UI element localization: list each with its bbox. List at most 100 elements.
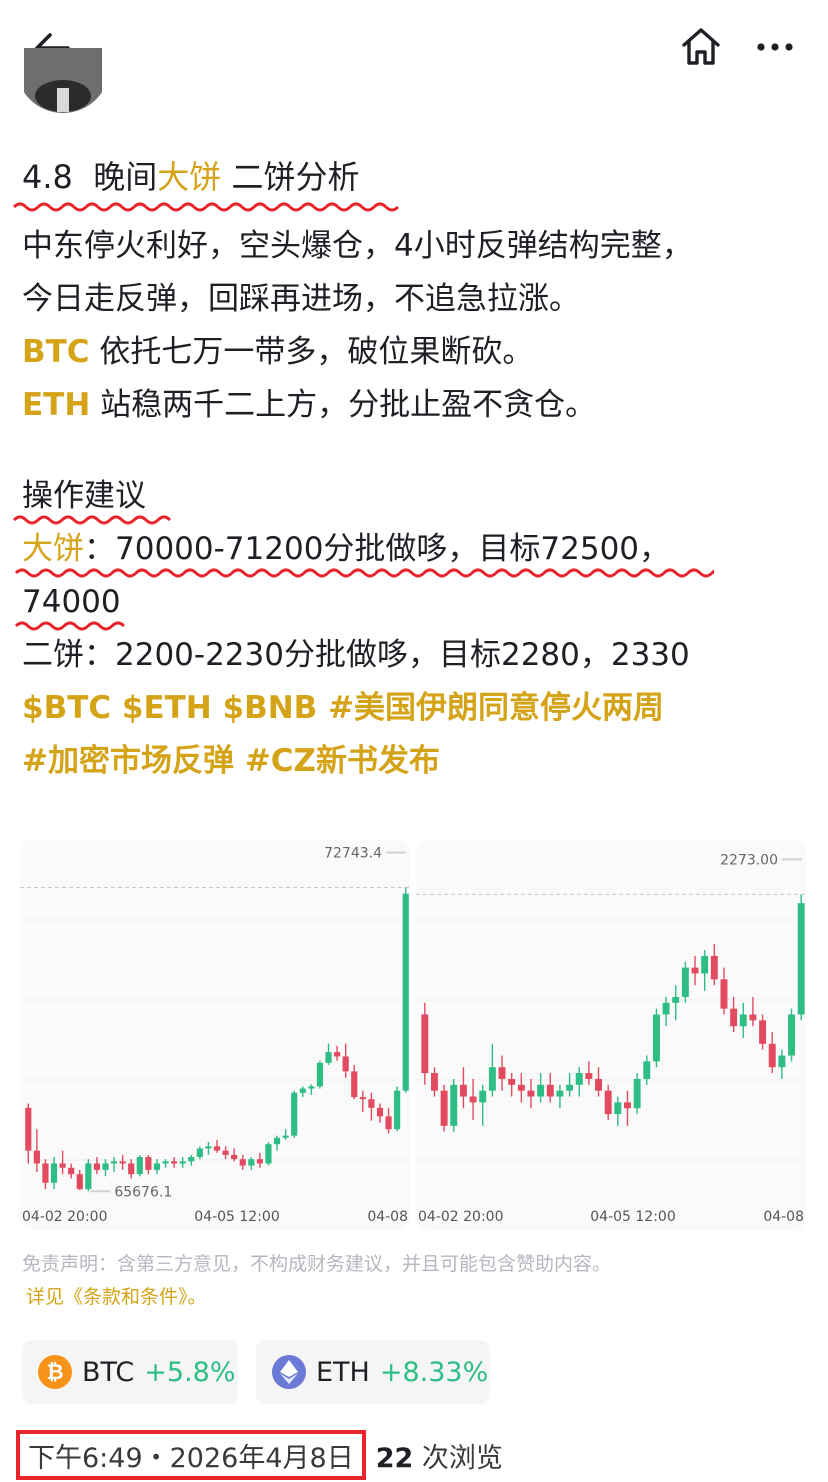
candle-body: [421, 1014, 429, 1074]
eth-chip[interactable]: ETH +8.33%: [256, 1340, 490, 1404]
body-line-1: 中东停火利好，空头爆仓，4小时反弹结构完整，: [22, 228, 693, 264]
candle-body: [662, 1002, 670, 1015]
chip-symbol: BTC: [82, 1356, 135, 1388]
candle-body: [431, 1073, 438, 1091]
candle-body: [153, 1163, 161, 1170]
chip-change: +5.8%: [144, 1356, 236, 1388]
candle-body: [128, 1163, 135, 1175]
candle-body: [342, 1056, 349, 1072]
x-tick-label: 04-05 12:00: [590, 1209, 675, 1225]
candle-body: [459, 1084, 467, 1097]
btc-label: BTC: [22, 334, 90, 370]
btc-chart-card[interactable]: 72743.4 65676.1 04-02 20:00 04-05 12:00 04-0…: [20, 840, 410, 1230]
candle-body: [566, 1084, 574, 1091]
candle-body: [537, 1084, 545, 1097]
candle-body: [239, 1159, 246, 1166]
candle-body: [749, 1014, 757, 1021]
x-tick-label: 04-02 20:00: [22, 1209, 107, 1225]
candle-body: [488, 1067, 496, 1091]
candle-body: [643, 1061, 651, 1079]
op1-line: 大饼：70000-71200分批做哆，目标72500，: [14, 523, 812, 578]
btc-chip[interactable]: ₿ BTC +5.8%: [22, 1340, 238, 1404]
candle-body: [205, 1146, 212, 1149]
op1-wrap-2: 74000: [14, 576, 126, 631]
candle-body: [720, 979, 728, 1009]
btc-line: BTC 依托七万一带多，破位果断砍。: [22, 326, 812, 379]
terms-link[interactable]: 详见《条款和条件》。: [26, 1282, 207, 1312]
candle-body: [256, 1159, 263, 1164]
bitcoin-icon: ₿: [38, 1355, 72, 1389]
candle-body: [145, 1157, 152, 1170]
title-suffix: 二饼分析: [221, 158, 360, 196]
post-title: 4.8 晚间大饼 二饼分析: [12, 148, 812, 212]
candle-body: [85, 1163, 92, 1190]
candle-body: [308, 1086, 315, 1089]
candle-body: [179, 1161, 186, 1164]
views-label: 次浏览: [413, 1442, 503, 1474]
candle-body: [691, 967, 699, 974]
op1-text-2: 74000: [22, 584, 121, 620]
x-tick-label: 04-05 12:00: [194, 1209, 279, 1225]
candle-body: [265, 1144, 272, 1164]
chip-change: +8.33%: [379, 1356, 489, 1388]
candle-body: [604, 1090, 612, 1115]
candle-body: [316, 1062, 324, 1087]
candle-body: [595, 1078, 602, 1091]
candle-body: [469, 1096, 477, 1103]
candle-body: [93, 1163, 100, 1170]
candle-body: [701, 955, 709, 974]
candle-body: [672, 996, 680, 1003]
candle-body: [778, 1055, 786, 1068]
candle-body: [68, 1167, 75, 1175]
op1-wrap: 大饼：70000-71200分批做哆，目标72500，: [14, 523, 714, 578]
candle-body: [162, 1161, 169, 1164]
max-price-label: 2273.00: [720, 852, 778, 868]
candle-body: [730, 1008, 738, 1027]
ethereum-icon: [272, 1355, 306, 1389]
more-dots-icon[interactable]: [752, 24, 798, 70]
candle-body: [334, 1052, 341, 1057]
post-body: 4.8 晚间大饼 二饼分析 中东停火利好，空头爆仓，4小时反弹结构完整， 今日走…: [12, 148, 812, 788]
candle-body: [633, 1078, 641, 1109]
max-price-label: 72743.4: [324, 846, 382, 862]
x-tick-label: 04-08: [367, 1209, 408, 1225]
eth-candlestick-chart: 2273.00 04-02 20:00 04-05 12:00 04-08: [416, 852, 806, 1225]
candle-body: [624, 1102, 631, 1109]
candle-body: [368, 1099, 375, 1108]
candle-body: [556, 1090, 564, 1097]
candle-body: [273, 1137, 281, 1145]
candle-body: [33, 1150, 40, 1164]
candle-body: [376, 1107, 384, 1117]
eth-chart-card[interactable]: 2273.00 04-02 20:00 04-05 12:00 04-08: [416, 840, 806, 1230]
btc-text: 依托七万一带多，破位果断砍。: [89, 334, 534, 370]
avatar[interactable]: [24, 48, 102, 114]
eth-line: ETH 站稳两千二上方，分批止盈不贪仓。: [22, 379, 812, 432]
hashtag-line-1[interactable]: $BTC $ETH $BNB #美国伊朗同意停火两周: [22, 682, 812, 735]
disclaimer-text: 免责声明：含第三方意见，不构成财务建议，并且可能包含赞助内容。: [22, 1253, 612, 1275]
candle-body: [614, 1102, 622, 1115]
hashtag-line-2[interactable]: #加密市场反弹 #CZ新书发布: [22, 735, 812, 788]
candle-body: [119, 1161, 126, 1164]
title-prefix: 4.8 晚间: [22, 158, 158, 196]
candle-body: [231, 1154, 238, 1160]
candle-body: [394, 1090, 401, 1130]
candle-body: [440, 1090, 448, 1126]
candle-body: [479, 1090, 487, 1103]
candle-body: [450, 1084, 458, 1126]
candle-body: [385, 1116, 392, 1130]
candle-body: [710, 955, 718, 980]
candle-body: [213, 1146, 221, 1151]
x-tick-label: 04-02 20:00: [418, 1209, 503, 1225]
top-nav-bar: [0, 0, 828, 96]
min-price-label: 65676.1: [114, 1184, 172, 1200]
candle-body: [797, 903, 805, 1015]
view-count: 22 次浏览: [376, 1436, 503, 1475]
candle-body: [282, 1135, 289, 1138]
eth-text: 站稳两千二上方，分批止盈不贪仓。: [90, 387, 597, 423]
candle-body: [171, 1161, 178, 1164]
candle-body: [102, 1163, 109, 1170]
home-icon[interactable]: [678, 24, 724, 70]
chip-symbol: ETH: [316, 1356, 370, 1388]
candle-body: [517, 1084, 525, 1091]
btc-candlestick-chart: 72743.4 65676.1 04-02 20:00 04-05 12:00 04-0…: [20, 846, 410, 1225]
